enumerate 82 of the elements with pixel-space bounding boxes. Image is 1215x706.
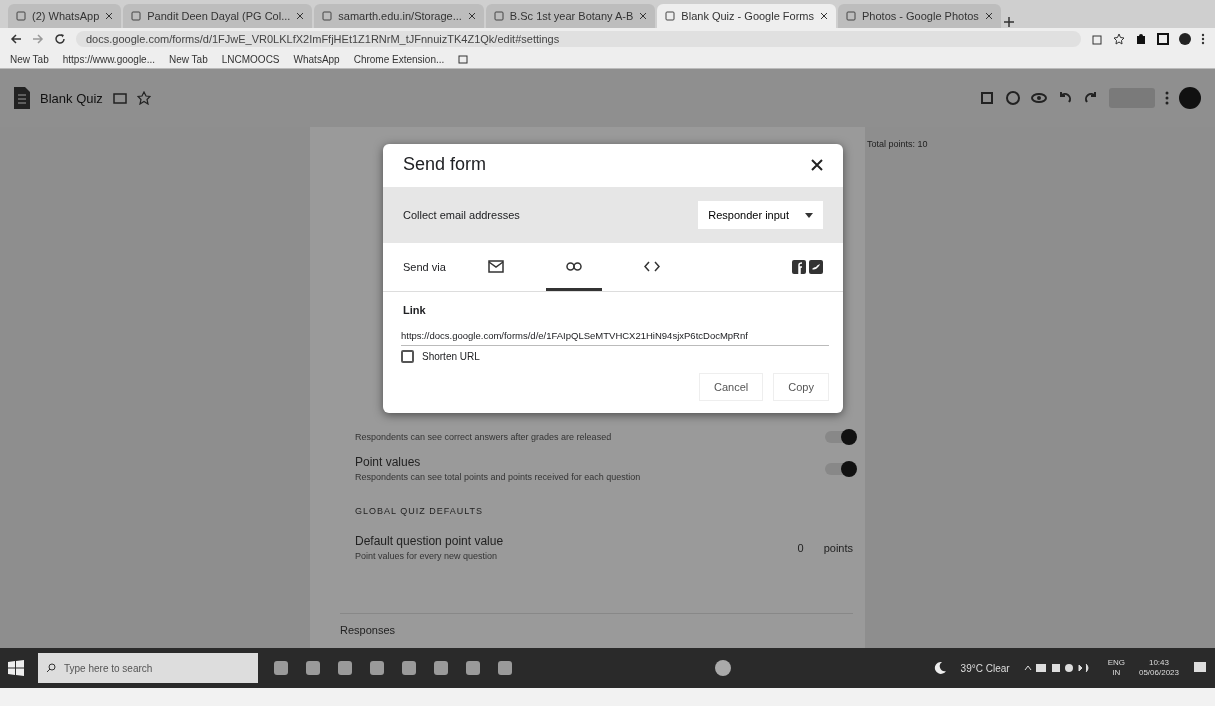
link-url-field[interactable]: https://docs.google.com/forms/d/e/1FAIpQLSeMTVHCX21HiN94sjxP6tcDocMpRnf bbox=[401, 330, 829, 346]
link-heading: Link bbox=[402, 303, 427, 316]
browser-tab[interactable]: Blank Quiz - Google Forms bbox=[657, 4, 836, 28]
shorten-url-checkbox[interactable] bbox=[401, 350, 414, 363]
taskbar-app-icon[interactable] bbox=[432, 659, 450, 677]
page-icon bbox=[16, 11, 26, 21]
bird-icon[interactable] bbox=[809, 260, 823, 274]
browser-tab[interactable]: Photos - Google Photos bbox=[838, 4, 1001, 28]
taskbar-app-icon[interactable] bbox=[336, 659, 354, 677]
facebook-icon[interactable] bbox=[792, 260, 806, 274]
taskbar-app-icon[interactable] bbox=[496, 659, 514, 677]
reload-icon[interactable] bbox=[54, 33, 66, 45]
browser-tab[interactable]: (2) WhatsApp bbox=[8, 4, 122, 28]
dropdown-caret-icon bbox=[805, 212, 813, 218]
star-icon[interactable] bbox=[136, 91, 151, 105]
star-icon[interactable] bbox=[1113, 33, 1125, 45]
code-brackets-icon bbox=[643, 259, 660, 274]
taskbar-search-field[interactable]: Type here to search bbox=[38, 653, 258, 683]
close-icon[interactable] bbox=[105, 12, 114, 20]
point-value-field[interactable]: 0 bbox=[797, 541, 804, 554]
eye-icon[interactable] bbox=[1031, 90, 1047, 106]
profile-avatar[interactable] bbox=[1179, 33, 1191, 45]
dialog-button[interactable]: Cancel bbox=[699, 373, 764, 401]
page-icon bbox=[131, 11, 142, 21]
search-icon bbox=[46, 663, 56, 673]
dialog-title: Send form bbox=[403, 154, 488, 175]
bookmark-link[interactable]: Chrome Extension... bbox=[353, 53, 445, 65]
close-icon[interactable] bbox=[984, 12, 993, 20]
plus-icon[interactable] bbox=[1002, 16, 1015, 28]
browser-tab[interactable]: samarth.edu.in/Storage... bbox=[314, 4, 484, 28]
page-icon bbox=[322, 11, 333, 21]
setting-label: Collect email addresses bbox=[403, 209, 521, 221]
total-points: Total points: 10 bbox=[867, 139, 929, 149]
address-bar[interactable]: docs.google.com/forms/d/1FJwE_VR0LKLfX2ImFfjHEt1Z1RNrM_tJFnnuizTK4Z1Qk/edit#settings bbox=[76, 31, 1081, 47]
close-icon[interactable] bbox=[296, 12, 305, 20]
dialog-button[interactable]: Copy bbox=[773, 373, 829, 401]
setting-title: Default question point value bbox=[355, 534, 505, 548]
setting-description: Point values for every new question bbox=[355, 551, 499, 561]
profile-avatar[interactable] bbox=[1179, 87, 1201, 109]
setting-description: Respondents can see total points and points received for each question bbox=[355, 472, 642, 482]
checkbox-label: Shorten URL bbox=[422, 351, 480, 362]
clock-date[interactable]: 05/06/2023 bbox=[1138, 668, 1179, 679]
page-icon bbox=[493, 11, 504, 21]
close-icon[interactable] bbox=[639, 12, 648, 20]
browser-tab[interactable]: Pandit Deen Dayal (PG Col... bbox=[123, 4, 313, 28]
send-via-label: Send via bbox=[403, 261, 446, 275]
clock-time[interactable]: 10:43 bbox=[1148, 657, 1169, 668]
more-icon[interactable] bbox=[1165, 91, 1169, 105]
weather-text[interactable]: 39°C Clear bbox=[960, 662, 1010, 674]
taskbar-app-icon[interactable] bbox=[368, 659, 386, 677]
browser-tab[interactable]: B.Sc 1st year Botany A-B bbox=[485, 4, 656, 28]
app-circle-icon[interactable] bbox=[715, 660, 732, 676]
region-indicator[interactable]: IN bbox=[1112, 668, 1121, 679]
moon-icon bbox=[932, 661, 947, 675]
back-arrow-icon[interactable] bbox=[10, 33, 22, 45]
bookmark-link[interactable]: WhatsApp bbox=[293, 53, 340, 65]
page-icon bbox=[846, 11, 856, 21]
taskbar-app-icon[interactable] bbox=[304, 659, 322, 677]
setting-description: Respondents can see correct answers after grades are released bbox=[355, 432, 613, 442]
close-icon[interactable] bbox=[467, 12, 476, 20]
bookmark-link[interactable]: New Tab bbox=[10, 53, 49, 65]
close-icon[interactable] bbox=[820, 12, 828, 20]
section-heading: GLOBAL QUIZ DEFAULTS bbox=[355, 506, 485, 516]
taskbar-app-icon[interactable] bbox=[464, 659, 482, 677]
page-icon bbox=[665, 11, 676, 21]
setting-title: Point values bbox=[355, 455, 422, 469]
more-icon[interactable] bbox=[1201, 33, 1205, 45]
language-indicator[interactable]: ENG bbox=[1107, 657, 1125, 668]
taskbar-app-icon[interactable] bbox=[400, 659, 418, 677]
link-icon bbox=[565, 259, 582, 274]
bookmark-link[interactable]: New Tab bbox=[169, 53, 208, 65]
form-title[interactable]: Blank Quiz bbox=[40, 90, 103, 106]
document-icon bbox=[14, 87, 30, 109]
bookmark-link[interactable]: LNCMOOCS bbox=[221, 53, 280, 65]
points-unit: points bbox=[823, 541, 853, 554]
bookmark-link[interactable]: https://www.google... bbox=[62, 53, 155, 65]
windows-start-icon[interactable] bbox=[8, 660, 24, 676]
taskbar-app-icon[interactable] bbox=[272, 659, 290, 677]
close-icon[interactable] bbox=[811, 158, 823, 171]
section-heading: Responses bbox=[340, 613, 853, 636]
responder-dropdown[interactable]: Responder input bbox=[698, 201, 823, 229]
envelope-icon bbox=[487, 259, 504, 274]
